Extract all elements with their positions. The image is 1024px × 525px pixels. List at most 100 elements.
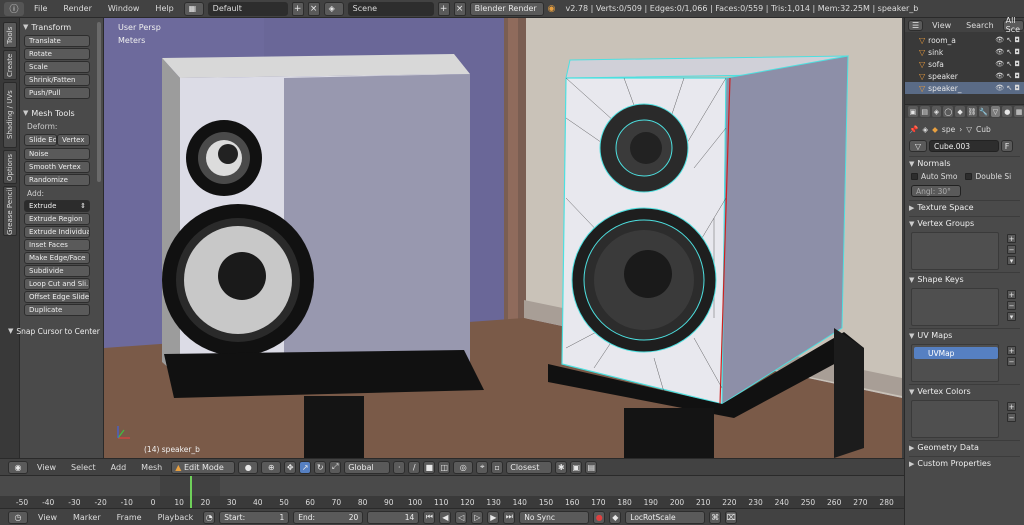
offset-edge-slide-button[interactable]: Offset Edge Slide (24, 291, 90, 303)
start-frame-field[interactable]: Start: 1 (219, 510, 290, 524)
timeline[interactable]: -50 -40 -30 -20 -10 0 10 20 30 40 50 60 70 80 90 100 110… (0, 475, 904, 509)
editor-type-icon[interactable]: ◷ (8, 510, 28, 524)
play-icon[interactable]: ▷ (471, 510, 484, 524)
visibility-icons[interactable]: 👁 ↖ ◘ (995, 72, 1024, 80)
transform-panel-header[interactable]: ▼ Transform (23, 21, 100, 33)
sync-dropdown[interactable]: No Sync (519, 510, 590, 524)
scale-button[interactable]: Scale (24, 61, 90, 73)
add-layout-button[interactable]: + (291, 1, 304, 16)
menu-render[interactable]: Render (57, 4, 97, 13)
pivot-point-icon[interactable]: ⊕ (261, 460, 282, 474)
auto-smooth-checkbox[interactable]: Auto Smo (911, 170, 957, 182)
mesh-name-field[interactable]: Cube.003 (929, 140, 999, 152)
editor-type-icon[interactable]: ⓘ (4, 1, 24, 16)
object-tab-icon[interactable]: ◆ (955, 106, 965, 117)
menu-add[interactable]: Add (105, 463, 133, 472)
texture-tab-icon[interactable]: ▦ (1014, 106, 1024, 117)
proportional-edit-icon[interactable]: ◎ (453, 460, 474, 474)
jump-end-icon[interactable]: ⏭ (503, 510, 516, 524)
vertex-groups-panel-header[interactable]: ▼ Vertex Groups (909, 216, 1020, 230)
editor-type-icon[interactable]: ◉ (8, 460, 28, 474)
menu-mesh[interactable]: Mesh (135, 463, 168, 472)
extrude-individual-button[interactable]: Extrude Individual (24, 226, 90, 238)
extrude-dropdown[interactable]: Extrude ⇕ (24, 200, 90, 212)
duplicate-button[interactable]: Duplicate (24, 304, 90, 316)
mesh-data-tab-icon[interactable]: ▽ (990, 106, 1001, 117)
scale-manipulator-icon[interactable]: ⤢ (329, 460, 342, 474)
vertex-select-icon[interactable]: · (393, 460, 406, 474)
align-rotation-icon[interactable]: ✱ (555, 460, 568, 474)
add-scene-button[interactable]: + (437, 1, 450, 16)
snap-cursor-panel-header[interactable]: ▼ Snap Cursor to Center (8, 325, 104, 337)
tab-shading-uvs[interactable]: Shading / UVs (3, 82, 17, 148)
custom-properties-panel-header[interactable]: ▶ Custom Properties (909, 456, 1020, 470)
fake-user-button[interactable]: F (1001, 140, 1013, 152)
outliner-filter-dropdown[interactable]: All Sce (1002, 16, 1024, 34)
layout-icon[interactable]: ▦ (183, 1, 204, 16)
translate-manipulator-icon[interactable]: ↗ (299, 460, 312, 474)
shape-keys-list[interactable] (911, 288, 999, 326)
scene-tab-icon[interactable]: ◈ (931, 106, 942, 117)
randomize-button[interactable]: Randomize (24, 174, 90, 186)
remove-shape-key-button[interactable]: − (1007, 301, 1016, 310)
next-key-icon[interactable]: ▶ (487, 510, 500, 524)
remove-scene-button[interactable]: × (453, 1, 466, 16)
subdivide-button[interactable]: Subdivide (24, 265, 90, 277)
scene-field[interactable]: Scene (347, 1, 434, 16)
normals-panel-header[interactable]: ▼ Normals (909, 156, 1020, 170)
tab-create[interactable]: Create (3, 50, 17, 80)
keying-set-field[interactable]: LocRotScale (625, 510, 706, 524)
modifiers-tab-icon[interactable]: 🔧 (978, 106, 989, 117)
insert-keyframe-icon[interactable]: ⌘ (709, 510, 722, 524)
world-tab-icon[interactable]: ◯ (943, 106, 954, 117)
menu-help[interactable]: Help (149, 4, 179, 13)
visibility-icons[interactable]: 👁 ↖ ◘ (995, 60, 1024, 68)
material-tab-icon[interactable]: ● (1002, 106, 1013, 117)
menu-file[interactable]: File (28, 4, 53, 13)
rotate-button[interactable]: Rotate (24, 48, 90, 60)
jump-start-icon[interactable]: ⏮ (423, 510, 436, 524)
menu-view[interactable]: View (31, 463, 62, 472)
manipulator-icon[interactable]: ✥ (284, 460, 297, 474)
make-edge-face-button[interactable]: Make Edge/Face (24, 252, 90, 264)
menu-window[interactable]: Window (102, 4, 146, 13)
vertex-groups-list[interactable] (911, 232, 999, 270)
add-vertex-color-button[interactable]: + (1007, 402, 1016, 411)
extrude-region-button[interactable]: Extrude Region (24, 213, 90, 225)
add-shape-key-button[interactable]: + (1007, 290, 1016, 299)
edge-select-icon[interactable]: / (408, 460, 421, 474)
face-select-icon[interactable]: ■ (423, 460, 436, 474)
vertex-colors-list[interactable] (911, 400, 999, 438)
end-frame-field[interactable]: End: 20 (293, 510, 364, 524)
tab-tools[interactable]: Tools (3, 22, 17, 48)
slide-edge-button[interactable]: Slide Ed (24, 134, 57, 146)
menu-playback[interactable]: Playback (152, 513, 200, 522)
vertex-colors-panel-header[interactable]: ▼ Vertex Colors (909, 384, 1020, 398)
add-vertex-group-button[interactable]: + (1007, 234, 1016, 243)
shape-key-menu-icon[interactable]: ▾ (1007, 312, 1016, 321)
mesh-tools-panel-header[interactable]: ▼ Mesh Tools (23, 107, 100, 119)
shape-keys-panel-header[interactable]: ▼ Shape Keys (909, 272, 1020, 286)
preview-range-icon[interactable]: ◔ (203, 510, 216, 524)
add-uv-map-button[interactable]: + (1007, 346, 1016, 355)
scene-icon[interactable]: ◈ (323, 1, 344, 16)
orientation-dropdown[interactable]: Global (344, 460, 391, 474)
geometry-data-panel-header[interactable]: ▶ Geometry Data (909, 440, 1020, 454)
record-icon[interactable]: ● (593, 510, 606, 524)
toolshelf-scrollbar[interactable] (97, 22, 101, 182)
push-pull-button[interactable]: Push/Pull (24, 87, 90, 99)
menu-view[interactable]: View (926, 21, 957, 30)
uv-maps-panel-header[interactable]: ▼ UV Maps (909, 328, 1020, 342)
rotate-manipulator-icon[interactable]: ↻ (314, 460, 327, 474)
screen-layout-field[interactable]: Default (207, 1, 288, 16)
camera-view-icon[interactable]: ▤ (585, 460, 598, 474)
visibility-icons[interactable]: 👁 ↖ ◘ (995, 36, 1024, 44)
loop-cut-button[interactable]: Loop Cut and Sli... (24, 278, 90, 290)
menu-frame[interactable]: Frame (111, 513, 148, 522)
remove-vertex-color-button[interactable]: − (1007, 413, 1016, 422)
editor-type-icon[interactable]: ☰ (908, 19, 924, 31)
constraints-tab-icon[interactable]: ⛓ (966, 106, 977, 117)
render-engine-dropdown[interactable]: Blender Render (469, 1, 544, 16)
translate-button[interactable]: Translate (24, 35, 90, 47)
visibility-icons[interactable]: 👁 ↖ ◘ (995, 48, 1024, 56)
